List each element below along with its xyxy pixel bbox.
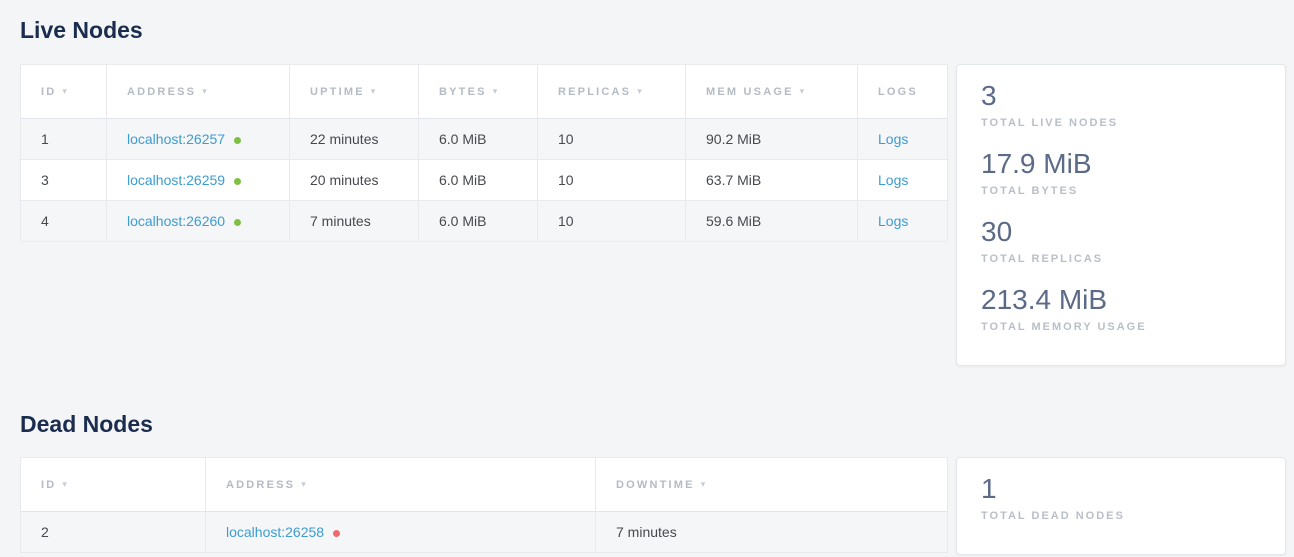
- logs-link[interactable]: Logs: [878, 213, 908, 229]
- stat-value: 1: [981, 472, 1261, 506]
- node-address-link[interactable]: localhost:26257: [127, 131, 225, 147]
- table-row: 1 localhost:26257 22 minutes 6.0 MiB 10 …: [21, 119, 948, 160]
- dead-nodes-section: Dead Nodes ID▾ ADDRESS▾ DOWNTIM: [20, 410, 1294, 555]
- sort-desc-icon: ▾: [637, 86, 644, 96]
- stat-total-dead-nodes: 1 TOTAL DEAD NODES: [981, 472, 1261, 524]
- column-header-id-label: ID: [41, 479, 56, 491]
- sort-desc-icon: ▾: [493, 86, 500, 96]
- sort-desc-icon: ▾: [701, 479, 708, 489]
- node-address-cell: localhost:26257: [107, 119, 290, 160]
- column-header-replicas-label: REPLICAS: [558, 86, 631, 98]
- node-address-cell: localhost:26260: [107, 201, 290, 242]
- logs-link[interactable]: Logs: [878, 131, 908, 147]
- live-nodes-section: Live Nodes ID ▾ ADDRESS ▾: [20, 16, 1294, 366]
- node-replicas-cell: 10: [538, 201, 686, 242]
- column-header-bytes[interactable]: BYTES ▾: [419, 65, 538, 119]
- column-header-id-label: ID: [41, 86, 56, 98]
- sort-desc-icon: ▾: [800, 86, 807, 96]
- node-uptime-cell: 22 minutes: [290, 119, 419, 160]
- node-mem-usage-cell: 63.7 MiB: [686, 160, 858, 201]
- column-header-bytes-label: BYTES: [439, 86, 487, 98]
- live-nodes-summary-card: 3 TOTAL LIVE NODES 17.9 MiB TOTAL BYTES …: [956, 64, 1286, 366]
- column-header-mem-usage[interactable]: MEM USAGE ▾: [686, 65, 858, 119]
- column-header-id[interactable]: ID ▾: [21, 458, 206, 512]
- stat-label: TOTAL REPLICAS: [981, 251, 1261, 267]
- column-header-id[interactable]: ID ▾: [21, 65, 107, 119]
- column-header-mem-usage-label: MEM USAGE: [706, 86, 794, 98]
- stat-label: TOTAL BYTES: [981, 183, 1261, 199]
- dead-nodes-table: ID▾ ADDRESS▾ DOWNTIME▾ 2 loc: [20, 457, 948, 553]
- sort-desc-icon: ▾: [301, 479, 308, 489]
- node-address-link[interactable]: localhost:26258: [226, 524, 324, 540]
- stat-value: 3: [981, 79, 1261, 113]
- node-dead-status-dot-icon: [333, 530, 340, 537]
- column-header-address[interactable]: ADDRESS ▾: [107, 65, 290, 119]
- live-nodes-header-row: ID ▾ ADDRESS ▾ UPTIME ▾ BYTES ▾ REPLICAS ▾: [21, 65, 948, 119]
- node-address-cell: localhost:26259: [107, 160, 290, 201]
- dead-nodes-summary-card: 1 TOTAL DEAD NODES: [956, 457, 1286, 555]
- node-replicas-cell: 10: [538, 160, 686, 201]
- stat-label: TOTAL MEMORY USAGE: [981, 319, 1261, 335]
- stat-value: 17.9 MiB: [981, 147, 1261, 181]
- node-id-cell: 2: [21, 512, 206, 553]
- sort-desc-icon: ▾: [371, 86, 378, 96]
- node-logs-cell: Logs: [858, 119, 948, 160]
- table-row: 3 localhost:26259 20 minutes 6.0 MiB 10 …: [21, 160, 948, 201]
- stat-total-replicas: 30 TOTAL REPLICAS: [981, 215, 1261, 267]
- node-live-status-dot-icon: [234, 137, 241, 144]
- column-header-uptime-label: UPTIME: [310, 86, 365, 98]
- node-bytes-cell: 6.0 MiB: [419, 160, 538, 201]
- node-mem-usage-cell: 59.6 MiB: [686, 201, 858, 242]
- column-header-replicas[interactable]: REPLICAS ▾: [538, 65, 686, 119]
- node-bytes-cell: 6.0 MiB: [419, 119, 538, 160]
- stat-total-bytes: 17.9 MiB TOTAL BYTES: [981, 147, 1261, 199]
- column-header-logs: LOGS: [858, 65, 948, 119]
- node-id-cell: 1: [21, 119, 107, 160]
- node-bytes-cell: 6.0 MiB: [419, 201, 538, 242]
- node-id-cell: 4: [21, 201, 107, 242]
- stat-total-live-nodes: 3 TOTAL LIVE NODES: [981, 79, 1261, 131]
- node-uptime-cell: 7 minutes: [290, 201, 419, 242]
- node-logs-cell: Logs: [858, 201, 948, 242]
- stat-label: TOTAL LIVE NODES: [981, 115, 1261, 131]
- column-header-address[interactable]: ADDRESS ▾: [206, 458, 596, 512]
- dead-nodes-header-row: ID ▾ ADDRESS ▾ DOWNTIME ▾: [21, 458, 948, 512]
- table-row: 4 localhost:26260 7 minutes 6.0 MiB 10 5…: [21, 201, 948, 242]
- column-header-address-label: ADDRESS: [226, 479, 295, 491]
- live-nodes-table: ID ▾ ADDRESS ▾ UPTIME ▾ BYTES ▾ REPLICAS ▾: [20, 64, 948, 242]
- sort-desc-icon: ▾: [62, 479, 69, 489]
- stat-value: 213.4 MiB: [981, 283, 1261, 317]
- column-header-uptime[interactable]: UPTIME ▾: [290, 65, 419, 119]
- node-address-link[interactable]: localhost:26259: [127, 172, 225, 188]
- dead-nodes-title: Dead Nodes: [20, 410, 1294, 438]
- stat-value: 30: [981, 215, 1261, 249]
- node-mem-usage-cell: 90.2 MiB: [686, 119, 858, 160]
- column-header-address-label: ADDRESS: [127, 86, 196, 98]
- node-live-status-dot-icon: [234, 178, 241, 185]
- node-live-status-dot-icon: [234, 219, 241, 226]
- stat-total-memory-usage: 213.4 MiB TOTAL MEMORY USAGE: [981, 283, 1261, 335]
- table-row: 2 localhost:26258 7 minutes: [21, 512, 948, 553]
- live-nodes-title: Live Nodes: [20, 16, 1294, 44]
- node-replicas-cell: 10: [538, 119, 686, 160]
- node-address-link[interactable]: localhost:26260: [127, 213, 225, 229]
- logs-link[interactable]: Logs: [878, 172, 908, 188]
- node-id-cell: 3: [21, 160, 107, 201]
- column-header-downtime-label: DOWNTIME: [616, 479, 695, 491]
- node-address-cell: localhost:26258: [206, 512, 596, 553]
- sort-desc-icon: ▾: [62, 86, 69, 96]
- node-uptime-cell: 20 minutes: [290, 160, 419, 201]
- column-header-downtime[interactable]: DOWNTIME ▾: [596, 458, 948, 512]
- node-list-page: Live Nodes ID ▾ ADDRESS ▾: [0, 0, 1294, 555]
- node-logs-cell: Logs: [858, 160, 948, 201]
- stat-label: TOTAL DEAD NODES: [981, 508, 1261, 524]
- column-header-logs-label: LOGS: [878, 86, 918, 98]
- node-downtime-cell: 7 minutes: [596, 512, 948, 553]
- sort-desc-icon: ▾: [202, 86, 209, 96]
